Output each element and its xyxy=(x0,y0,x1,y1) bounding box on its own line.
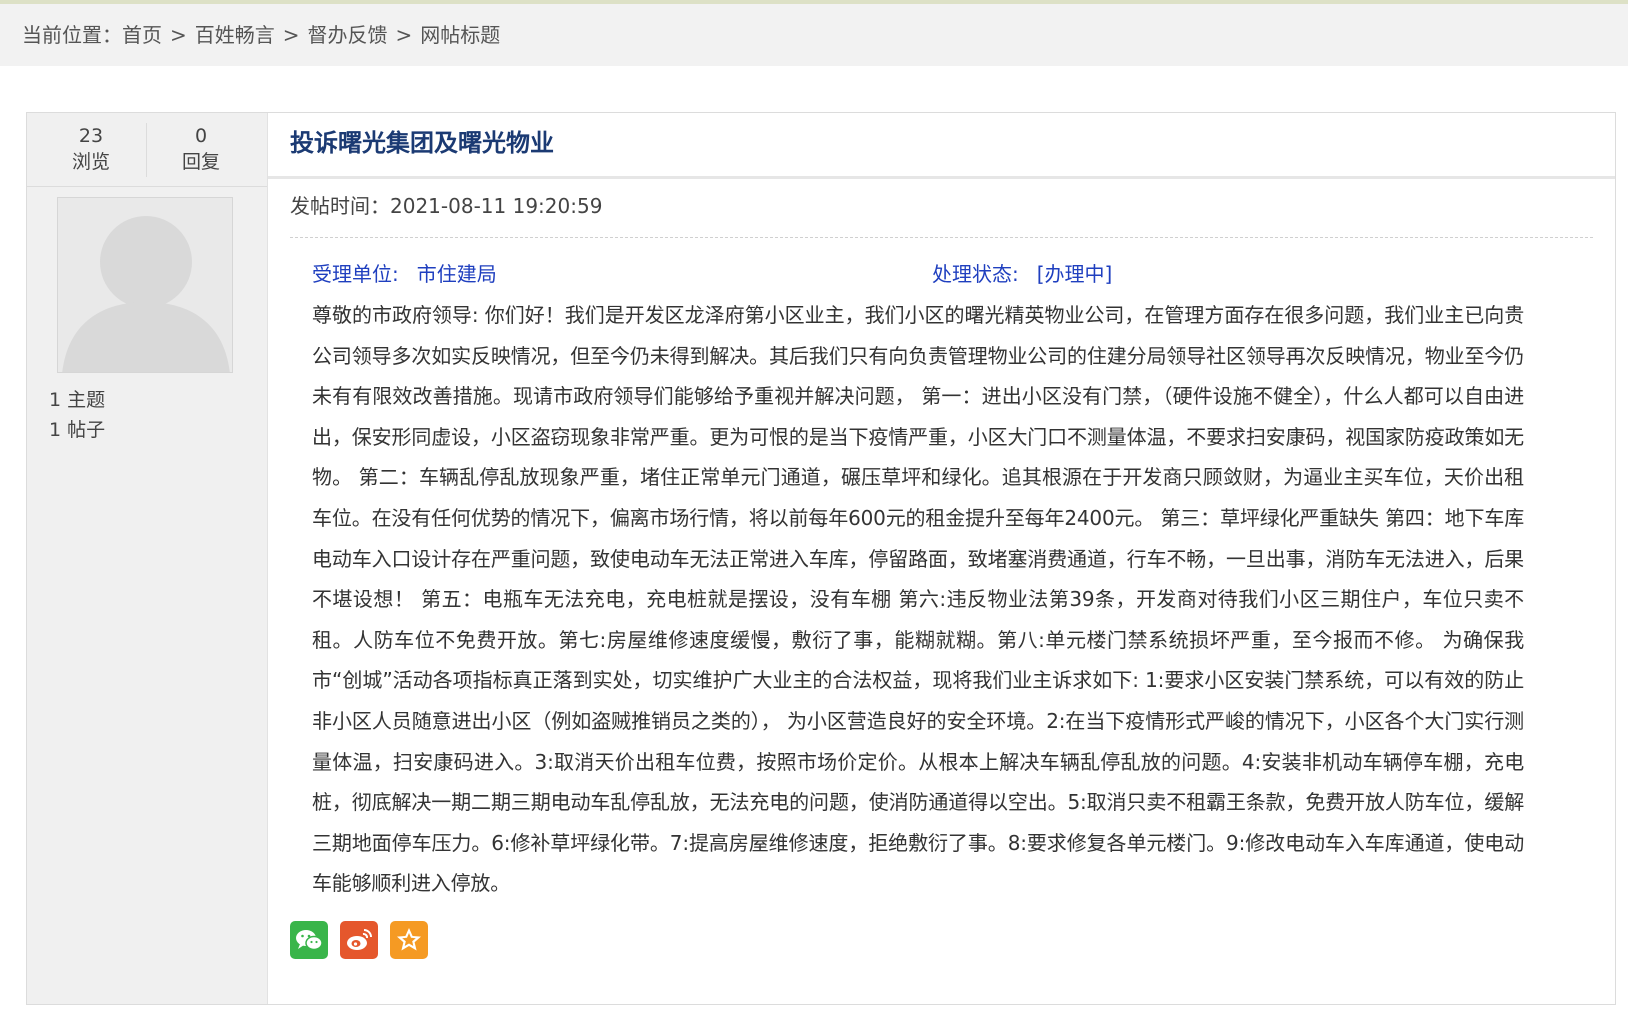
views-stat: 23 浏览 xyxy=(37,123,145,175)
replies-stat: 0 回复 xyxy=(147,123,255,175)
author-topics: 1 主题 xyxy=(49,389,106,411)
views-label: 浏览 xyxy=(71,151,110,173)
breadcrumb-forum[interactable]: 百姓畅言 xyxy=(195,23,275,47)
breadcrumb-prefix: 当前位置： xyxy=(22,23,122,47)
post-time-label: 发帖时间： xyxy=(290,194,390,218)
replies-label: 回复 xyxy=(181,151,220,173)
default-avatar-icon xyxy=(58,198,232,372)
breadcrumb-home[interactable]: 首页 xyxy=(122,23,162,47)
post-title: 投诉曙光集团及曙光物业 xyxy=(290,129,554,157)
breadcrumb-feedback[interactable]: 督办反馈 xyxy=(308,23,388,47)
views-count: 23 xyxy=(78,125,104,147)
breadcrumb: 当前位置：首页 > 百姓畅言 > 督办反馈 > 网帖标题 xyxy=(0,4,1628,66)
replies-count: 0 xyxy=(194,125,208,147)
author-sidebar: 23 浏览 0 回复 1 主题 1 帖子 xyxy=(27,113,268,1004)
breadcrumb-separator: > xyxy=(395,23,413,47)
breadcrumb-separator: > xyxy=(170,23,187,47)
post-time-row: 发帖时间：2021-08-11 19:20:59 xyxy=(290,191,1593,238)
handling-unit-label: 受理单位: xyxy=(312,262,399,286)
share-favorite-button[interactable] xyxy=(390,921,428,959)
post-title-row: 投诉曙光集团及曙光物业 xyxy=(268,113,1615,179)
avatar[interactable] xyxy=(57,197,233,373)
post-main: 投诉曙光集团及曙光物业 发帖时间：2021-08-11 19:20:59 受理单… xyxy=(268,113,1615,1004)
author-stats: 1 主题 1 帖子 xyxy=(49,385,105,445)
weibo-icon xyxy=(347,929,372,950)
share-bar xyxy=(290,921,440,959)
share-weibo-button[interactable] xyxy=(340,921,378,959)
wechat-icon xyxy=(296,930,323,951)
share-wechat-button[interactable] xyxy=(290,921,328,959)
post-card: 23 浏览 0 回复 1 主题 1 帖子 投诉曙光集团及曙光物业 发帖时间：20… xyxy=(26,112,1616,1005)
breadcrumb-current: 网帖标题 xyxy=(420,23,501,47)
author-posts: 1 帖子 xyxy=(49,419,106,441)
status-value: [办理中] xyxy=(1036,262,1113,286)
handling-unit-value: 市住建局 xyxy=(416,262,497,286)
post-stats: 23 浏览 0 回复 xyxy=(27,113,267,187)
favorite-star-icon xyxy=(397,928,421,951)
status-label: 处理状态: xyxy=(932,262,1019,286)
post-meta-row: 受理单位: 市住建局 处理状态: [办理中] xyxy=(312,259,1593,289)
breadcrumb-separator: > xyxy=(282,23,300,47)
status-group: 处理状态: [办理中] xyxy=(932,259,1112,289)
post-time-value: 2021-08-11 19:20:59 xyxy=(390,194,603,218)
post-body: 尊敬的市政府领导: 你们好！我们是开发区龙泽府第小区业主，我们小区的曙光精英物业… xyxy=(312,303,1524,896)
